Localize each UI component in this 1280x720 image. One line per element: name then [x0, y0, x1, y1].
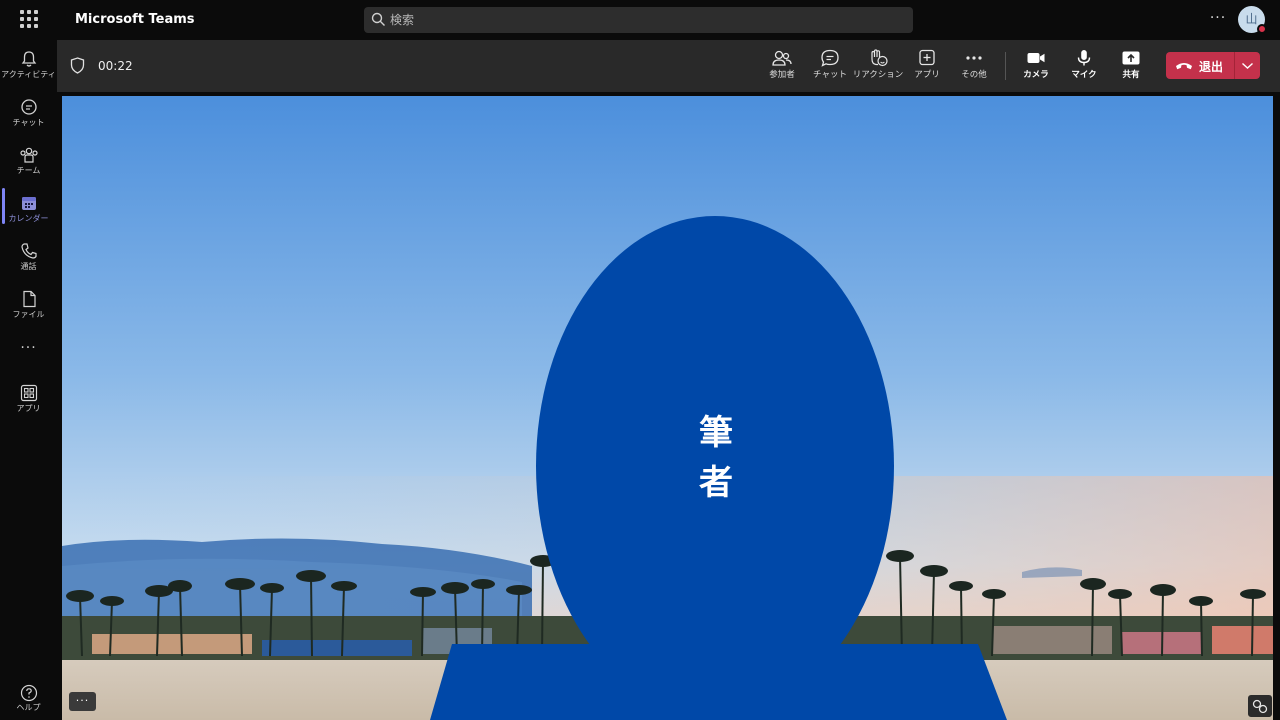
rail-item-calendar[interactable]: カレンダー [0, 188, 57, 234]
participants-icon [772, 50, 792, 66]
bell-icon [21, 51, 36, 67]
chat-icon [821, 49, 839, 67]
presence-status-dot [1257, 24, 1267, 34]
camera-icon [1027, 53, 1045, 63]
chevron-down-icon [1242, 62, 1253, 69]
calendar-icon [21, 197, 36, 210]
participants-button[interactable]: 参加者 [756, 47, 808, 87]
share-button[interactable]: 共有 [1105, 47, 1157, 87]
video-more-options-button[interactable]: ··· [69, 692, 96, 711]
chat-icon [20, 99, 37, 115]
apps-icon [20, 384, 37, 402]
participant-name-tag: 筆 者 [699, 413, 733, 503]
title-bar: Microsoft Teams ··· 山 [0, 0, 1280, 40]
rail-label: チャット [12, 118, 45, 127]
rail-item-files[interactable]: ファイル [0, 284, 57, 330]
video-stage: 筆 者 [62, 96, 1273, 720]
rail-label: アプリ [16, 404, 41, 413]
help-button[interactable]: ヘルプ [0, 684, 57, 713]
leave-options-button[interactable] [1235, 52, 1260, 79]
rail-item-chat[interactable]: チャット [0, 92, 57, 138]
rail-label: 通話 [20, 262, 37, 271]
chat-button[interactable]: チャット [804, 47, 856, 87]
rail-item-teams[interactable]: チーム [0, 140, 57, 186]
hang-up-icon [1176, 63, 1192, 70]
leave-button-group: 退出 [1166, 52, 1260, 79]
apps-button[interactable]: アプリ [901, 47, 953, 87]
network-quality-icon[interactable] [1248, 695, 1272, 717]
app-launcher-icon[interactable] [20, 10, 38, 28]
app-title: Microsoft Teams [75, 12, 195, 27]
rail-label: チーム [16, 166, 41, 175]
more-icon [966, 56, 982, 60]
help-label: ヘルプ [16, 703, 41, 712]
settings-more-icon[interactable]: ··· [1208, 10, 1228, 28]
toolbar-divider [1005, 52, 1006, 80]
file-icon [22, 290, 36, 308]
mic-icon [1077, 50, 1091, 66]
rail-item-calls[interactable]: 通話 [0, 236, 57, 282]
camera-button[interactable]: カメラ [1010, 47, 1062, 87]
share-icon [1122, 51, 1140, 65]
help-icon [20, 684, 37, 702]
call-timer: 00:22 [98, 59, 133, 73]
call-controls-bar: 00:22 参加者 チャット リアクション アプリ その他 カメラ マイク 共有… [57, 40, 1280, 92]
teams-icon [19, 147, 38, 163]
add-app-icon [919, 49, 935, 66]
reactions-button[interactable]: リアクション [852, 47, 904, 87]
rail-label: カレンダー [8, 214, 49, 223]
rail-item-apps[interactable]: アプリ [0, 378, 57, 424]
beach-background-image [62, 96, 1273, 720]
app-rail: アクティビティ チャット チーム カレンダー 通話 ファイル ··· アプリ [0, 40, 57, 720]
search-icon [371, 12, 385, 26]
leave-button[interactable]: 退出 [1166, 52, 1234, 79]
more-apps-icon[interactable]: ··· [0, 340, 57, 356]
search-input[interactable] [390, 7, 890, 33]
reaction-icon [871, 49, 888, 67]
phone-icon [20, 243, 37, 259]
shield-icon[interactable] [70, 57, 85, 74]
rail-label: ファイル [12, 310, 45, 319]
rail-item-activity[interactable]: アクティビティ [0, 44, 57, 90]
mic-button[interactable]: マイク [1058, 47, 1110, 87]
rail-label: アクティビティ [1, 70, 56, 79]
teams-window: Microsoft Teams ··· 山 アクティビティ [0, 0, 1280, 720]
search-box[interactable] [364, 7, 913, 33]
more-options-button[interactable]: その他 [948, 47, 1000, 87]
